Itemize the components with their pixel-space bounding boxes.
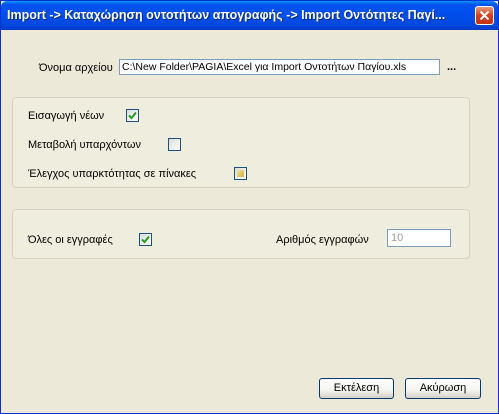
import-dialog: Import -> Καταχώρηση οντοτήτων απογραφής… [0, 0, 499, 414]
dialog-body: Όνομα αρχείου C:\New Folder\PAGIA\Excel … [4, 30, 495, 410]
cancel-button[interactable]: Ακύρωση [405, 378, 481, 399]
check-icon [128, 111, 137, 120]
check-icon [141, 235, 150, 244]
execute-button[interactable]: Εκτέλεση [319, 378, 394, 399]
check-tables-label: Έλεγχος υπαρκτότητας σε πίνακες [28, 168, 197, 180]
close-icon [479, 10, 490, 21]
import-options-group: Εισαγωγή νέων Μεταβολή υπαρχόντων Έλεγχο… [12, 97, 470, 188]
file-path-input[interactable]: C:\New Folder\PAGIA\Excel για Import Οντ… [119, 59, 440, 75]
browse-button[interactable]: ... [447, 61, 456, 73]
modify-existing-checkbox[interactable] [168, 138, 181, 151]
window-title: Import -> Καταχώρηση οντοτήτων απογραφής… [7, 8, 446, 22]
record-count-input[interactable]: 10 [387, 229, 451, 247]
insert-new-checkbox[interactable] [126, 109, 139, 122]
all-records-checkbox[interactable] [139, 233, 152, 246]
check-tables-checkbox[interactable] [234, 167, 247, 180]
insert-new-label: Εισαγωγή νέων [28, 110, 105, 122]
title-bar[interactable]: Import -> Καταχώρηση οντοτήτων απογραφής… [1, 1, 498, 30]
record-count-label: Αριθμός εγγραφών [276, 234, 369, 246]
indeterminate-mark [237, 170, 244, 177]
all-records-label: Όλες οι εγγραφές [28, 234, 113, 246]
modify-existing-label: Μεταβολή υπαρχόντων [28, 139, 141, 151]
file-name-label: Όνομα αρχείου [39, 62, 113, 74]
close-button[interactable] [475, 6, 494, 25]
